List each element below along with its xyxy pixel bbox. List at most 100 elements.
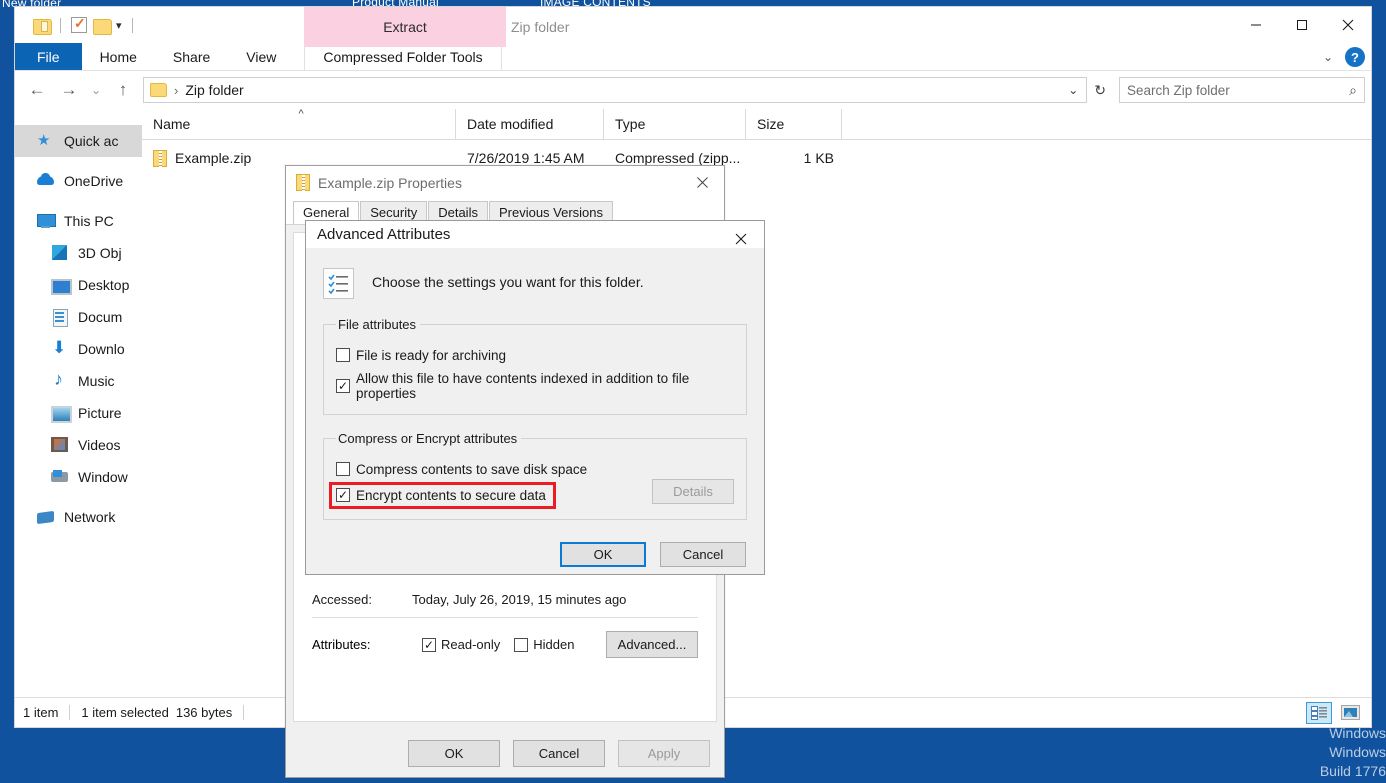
column-label: Size (757, 116, 785, 132)
sidebar-item-onedrive[interactable]: OneDrive (15, 165, 142, 197)
sidebar-item-label: Picture (78, 405, 122, 421)
zip-file-icon (153, 149, 167, 168)
local-disk-icon (51, 469, 69, 485)
network-icon (37, 509, 55, 525)
divider (131, 17, 133, 33)
column-header-name[interactable]: Name ^ (142, 108, 456, 140)
sidebar-item-label: Downlo (78, 341, 125, 357)
contextual-tab-extract[interactable]: Extract (304, 7, 506, 47)
cancel-button[interactable]: Cancel (513, 739, 605, 767)
sidebar-item-music[interactable]: Music (15, 365, 142, 397)
properties-dialog-title: Example.zip Properties (318, 174, 462, 191)
attributes-label: Attributes: (312, 637, 371, 652)
sidebar-item-label: Videos (78, 437, 121, 453)
tab-file[interactable]: File (15, 43, 82, 70)
advanced-button[interactable]: Advanced... (606, 631, 698, 658)
sidebar-item-this-pc[interactable]: This PC (15, 205, 142, 237)
advanced-attributes-description: Choose the settings you want for this fo… (372, 273, 644, 290)
details-view-icon[interactable] (1306, 701, 1332, 724)
sidebar-item-downloads[interactable]: Downlo (15, 333, 142, 365)
checkbox-box[interactable] (336, 462, 350, 477)
ok-button[interactable]: OK (408, 739, 500, 767)
compress-contents-checkbox[interactable]: Compress contents to save disk space (336, 462, 734, 477)
archive-ready-checkbox[interactable]: File is ready for archiving (336, 348, 734, 363)
up-icon[interactable]: ↑ (107, 75, 139, 105)
search-placeholder: Search Zip folder (1127, 82, 1230, 98)
watermark-line-2: Windows (1329, 744, 1386, 760)
advanced-attributes-body: Choose the settings you want for this fo… (306, 248, 764, 536)
refresh-icon[interactable]: ↻ (1087, 82, 1113, 99)
explorer-title-bar: ▾ Extract Zip folder (15, 7, 1371, 47)
status-selection-size: 136 bytes (175, 705, 233, 720)
sidebar-item-3d-objects[interactable]: 3D Obj (15, 237, 142, 269)
chevron-down-icon[interactable]: ⌄ (1068, 83, 1078, 97)
folder-properties-icon[interactable] (33, 18, 52, 35)
divider (243, 705, 245, 720)
close-icon[interactable] (680, 166, 724, 199)
videos-icon (51, 437, 69, 453)
sidebar-item-documents[interactable]: Docum (15, 301, 142, 333)
advanced-attributes-footer: OK Cancel (306, 536, 764, 574)
recent-locations-icon[interactable]: ⌄ (85, 75, 107, 105)
documents-icon (51, 309, 69, 327)
new-folder-icon[interactable] (93, 18, 112, 35)
sidebar-item-desktop[interactable]: Desktop (15, 269, 142, 301)
index-contents-checkbox[interactable]: Allow this file to have contents indexed… (336, 371, 734, 401)
attributes-row: Attributes: Read-only Hidden Advanced... (312, 631, 698, 658)
checkbox-box[interactable] (336, 488, 350, 503)
chevron-down-icon[interactable]: ⌄ (1323, 50, 1333, 64)
properties-dialog-title-bar: Example.zip Properties (286, 166, 724, 199)
chevron-down-icon[interactable]: ▾ (116, 19, 122, 32)
column-header-type[interactable]: Type (604, 108, 746, 140)
forward-icon[interactable]: → (53, 75, 85, 105)
column-header-date-modified[interactable]: Date modified (456, 108, 604, 140)
large-icons-view-icon[interactable] (1337, 702, 1363, 724)
address-bar[interactable]: › Zip folder ⌄ (143, 77, 1088, 103)
desktop-icon (51, 277, 72, 295)
sidebar-item-pictures[interactable]: Picture (15, 397, 142, 429)
search-icon[interactable]: ⌕ (1349, 82, 1357, 99)
checkbox-box[interactable] (514, 637, 529, 652)
this-pc-icon (37, 213, 56, 229)
breadcrumb-zip-folder[interactable]: Zip folder (185, 82, 243, 98)
checkbox-box[interactable] (422, 637, 436, 652)
ok-button[interactable]: OK (560, 542, 646, 568)
tab-compressed-folder-tools[interactable]: Compressed Folder Tools (304, 43, 502, 70)
minimize-icon[interactable] (1233, 7, 1279, 43)
divider (60, 17, 61, 33)
readonly-checkbox[interactable]: Read-only (422, 637, 500, 652)
breadcrumb-separator: › (174, 82, 179, 98)
window-controls (1233, 7, 1371, 43)
column-header-size[interactable]: Size (746, 108, 842, 140)
quick-access-toolbar: ▾ (15, 15, 137, 35)
sidebar-item-label: Quick ac (64, 133, 119, 149)
search-input[interactable]: Search Zip folder ⌕ (1119, 77, 1365, 103)
folder-icon (150, 83, 167, 97)
close-icon[interactable] (718, 221, 764, 257)
3d-objects-icon (51, 245, 69, 261)
cancel-button[interactable]: Cancel (660, 542, 746, 568)
encrypt-contents-checkbox[interactable]: Encrypt contents to secure data (329, 481, 556, 509)
tab-view[interactable]: View (228, 43, 294, 70)
hidden-checkbox[interactable]: Hidden (514, 637, 574, 652)
sidebar-item-network[interactable]: Network (15, 501, 142, 533)
maximize-icon[interactable] (1279, 7, 1325, 43)
checkmark-document-icon[interactable] (71, 15, 87, 33)
sidebar-item-label: Desktop (78, 277, 130, 293)
checkbox-box[interactable] (336, 348, 350, 363)
sidebar-item-windows-drive[interactable]: Window (15, 461, 142, 493)
back-icon[interactable]: ← (21, 75, 53, 105)
navigation-pane: Quick ac OneDrive This PC 3D Obj Desktop… (15, 109, 142, 697)
accessed-value: Today, July 26, 2019, 15 minutes ago (412, 592, 627, 607)
tab-share[interactable]: Share (155, 43, 228, 70)
close-icon[interactable] (1325, 7, 1371, 43)
checkbox-box[interactable] (336, 378, 350, 393)
encrypt-contents-label: Encrypt contents to secure data (356, 487, 546, 503)
file-attributes-group: File attributes File is ready for archiv… (323, 316, 747, 415)
sidebar-item-quick-access[interactable]: Quick ac (15, 125, 142, 157)
help-icon[interactable]: ? (1345, 47, 1365, 67)
sidebar-item-videos[interactable]: Videos (15, 429, 142, 461)
tab-home[interactable]: Home (82, 43, 155, 70)
readonly-label: Read-only (441, 637, 501, 652)
pictures-icon (51, 405, 72, 423)
